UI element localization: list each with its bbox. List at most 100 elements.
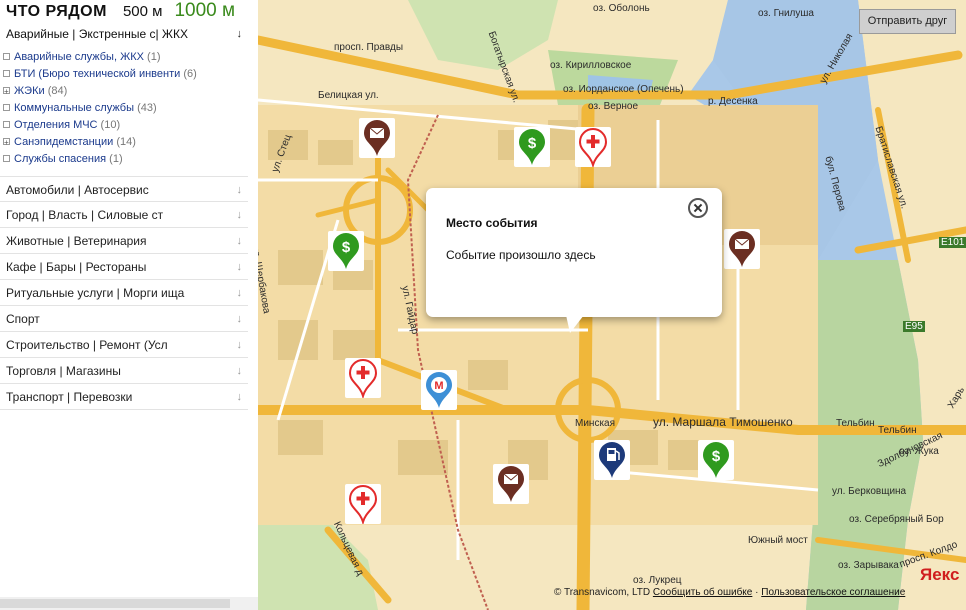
subitem-label: Санэпидемстанции [14, 136, 114, 148]
subitem-count: (10) [100, 119, 121, 131]
sidebar: ЧТО РЯДОМ 500 м 1000 м Аварийные | Экстр… [0, 0, 258, 610]
checkbox[interactable] [3, 121, 10, 128]
checkbox[interactable] [3, 70, 10, 77]
map-logo: Яекс [920, 565, 960, 584]
svg-text:$: $ [342, 239, 351, 256]
mail-icon [729, 231, 755, 267]
category-label: Животные | Ветеринария [6, 234, 147, 248]
map-label: ул. Маршала Тимошенко [653, 415, 793, 429]
popup-tail [566, 315, 584, 333]
checkbox[interactable] [3, 104, 10, 111]
subitem[interactable]: Коммунальные службы (43) [3, 100, 248, 117]
subitem-count: (84) [47, 85, 68, 97]
category-animals[interactable]: Животные | Ветеринария ↓ [0, 228, 248, 254]
subitem-count: (1) [147, 51, 161, 63]
mail-icon [498, 466, 524, 502]
subitem[interactable]: ЖЭКи (84) [3, 83, 248, 100]
map-label: оз. Лукрец [633, 575, 682, 586]
arrow-down-icon: ↓ [236, 339, 243, 351]
category-ritual[interactable]: Ритуальные услуги | Морги ища ↓ [0, 280, 248, 306]
medical-marker[interactable] [345, 358, 381, 398]
header: ЧТО РЯДОМ 500 м 1000 м [6, 0, 235, 22]
fuel-marker[interactable] [594, 440, 630, 480]
radius-500-link[interactable]: 500 м [123, 3, 163, 20]
category-construction[interactable]: Строительство | Ремонт (Усл ↓ [0, 332, 248, 358]
arrow-down-icon: ↓ [236, 261, 243, 273]
subitem-label: Службы спасения [14, 153, 107, 165]
dollar-icon: $ [333, 233, 359, 269]
svg-text:$: $ [712, 448, 721, 465]
terms-link[interactable]: Пользовательское соглашение [761, 587, 905, 598]
arrow-down-icon: ↓ [236, 209, 243, 221]
category-sport[interactable]: Спорт ↓ [0, 306, 248, 332]
medical-marker[interactable] [575, 127, 611, 167]
map-label: просп. Правды [334, 42, 404, 53]
subitem-label: Аварийные службы, ЖКХ [14, 51, 144, 63]
checkbox[interactable] [3, 53, 10, 60]
map-label: Тельбин [878, 425, 917, 436]
checkbox[interactable] [3, 155, 10, 162]
map-label: оз. Верное [588, 101, 639, 112]
metro-marker[interactable]: M [421, 370, 457, 410]
subitem-count: (14) [116, 136, 136, 148]
medical-cross-icon [348, 358, 378, 398]
mail-marker[interactable] [493, 464, 529, 504]
map-label: оз. Оболонь [593, 3, 650, 14]
money-marker[interactable]: $ [514, 127, 550, 167]
scrollbar-thumb[interactable] [0, 599, 230, 608]
map-label: оз. Серебряный Бор [849, 514, 944, 525]
category-cafe[interactable]: Кафе | Бары | Рестораны ↓ [0, 254, 248, 280]
copyright-text: © Transnavicom, LTD [554, 587, 651, 598]
category-trade[interactable]: Торговля | Магазины ↓ [0, 358, 248, 384]
money-marker[interactable]: $ [698, 440, 734, 480]
map-label: Белицкая ул. [318, 90, 379, 101]
map-footer: © Transnavicom, LTD Сообщить об ошибке ·… [554, 587, 905, 598]
horizontal-scrollbar[interactable] [0, 597, 258, 610]
popup-title: Место события [446, 216, 538, 230]
category-city[interactable]: Город | Власть | Силовые ст ↓ [0, 202, 248, 228]
expand-icon[interactable] [3, 134, 10, 151]
subitem[interactable]: БТИ (Бюро технической инвенти (6) [3, 66, 248, 83]
map-label: Южный мост [748, 535, 808, 546]
subitem-label: БТИ (Бюро технической инвенти [14, 68, 181, 80]
arrow-down-icon: ↓ [236, 235, 243, 247]
map[interactable]: оз. Оболонь оз. Гнилуша просп. Правды Бе… [258, 0, 966, 610]
mail-marker[interactable] [359, 118, 395, 158]
send-button[interactable]: Отправить друг [859, 9, 956, 34]
mail-icon [364, 120, 390, 156]
category-label: Спорт [6, 312, 40, 326]
subitem-label: Отделения МЧС [14, 119, 98, 131]
category-auto[interactable]: Автомобили | Автосервис ↓ [0, 176, 248, 202]
mail-marker[interactable] [724, 229, 760, 269]
subitem-count: (43) [137, 102, 157, 114]
page-title: ЧТО РЯДОМ [6, 3, 107, 20]
radius-1000-link[interactable]: 1000 м [174, 0, 235, 22]
money-marker[interactable]: $ [328, 231, 364, 271]
category-label: Строительство | Ремонт (Усл [6, 338, 168, 352]
svg-text:$: $ [528, 135, 537, 152]
category-emergency[interactable]: Аварийные | Экстренные с| ЖКХ ↓ [0, 24, 248, 44]
arrow-down-icon: ↓ [236, 287, 243, 299]
subitem[interactable]: Санэпидемстанции (14) [3, 134, 248, 151]
subitem-label: ЖЭКи [14, 85, 45, 97]
medical-cross-icon [578, 127, 608, 167]
metro-icon: M [426, 372, 452, 408]
map-label: оз. Жука [899, 446, 939, 457]
report-error-link[interactable]: Сообщить об ошибке [653, 587, 752, 598]
category-transport[interactable]: Транспорт | Перевозки ↓ [0, 384, 248, 410]
expand-icon[interactable] [3, 83, 10, 100]
category-label: Ритуальные услуги | Морги ища [6, 286, 185, 300]
map-label: ул. Берковщина [832, 486, 907, 497]
category-label: Город | Власть | Силовые ст [6, 208, 164, 222]
close-icon[interactable] [688, 198, 708, 218]
category-label: Аварийные | Экстренные с| ЖКХ [6, 27, 188, 41]
medical-marker[interactable] [345, 484, 381, 524]
map-label: оз. Кирилловское [550, 60, 632, 71]
subitem[interactable]: Отделения МЧС (10) [3, 117, 248, 134]
subitem[interactable]: Службы спасения (1) [3, 151, 248, 168]
event-popup: Место события Событие произошло здесь [426, 188, 722, 333]
arrow-down-icon: ↓ [236, 184, 243, 196]
subitem[interactable]: Аварийные службы, ЖКХ (1) [3, 49, 248, 66]
category-label: Транспорт | Перевозки [6, 390, 133, 404]
category-label: Кафе | Бары | Рестораны [6, 260, 147, 274]
